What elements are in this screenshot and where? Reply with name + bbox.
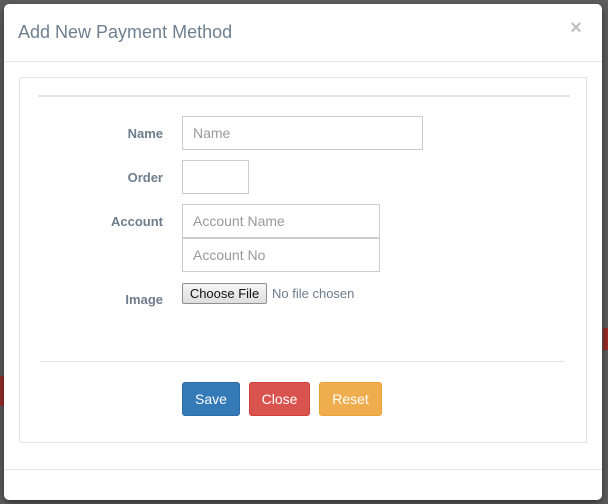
name-label: Name <box>127 126 163 141</box>
account-label: Account <box>111 214 163 229</box>
close-button[interactable]: Close <box>249 382 310 416</box>
name-input[interactable] <box>182 116 423 150</box>
order-label: Order <box>127 170 163 185</box>
background-fragment <box>603 328 608 350</box>
choose-file-button[interactable]: Choose File <box>182 283 267 304</box>
account-no-input[interactable] <box>182 238 380 272</box>
modal-header: Add New Payment Method × <box>4 4 602 62</box>
modal-title: Add New Payment Method <box>18 22 233 42</box>
file-status-text: No file chosen <box>272 286 355 301</box>
order-input[interactable] <box>182 160 249 194</box>
divider <box>38 95 570 97</box>
account-name-input[interactable] <box>182 204 380 238</box>
add-payment-method-modal: Add New Payment Method × Name Order Acco… <box>4 4 602 500</box>
form-panel: Name Order Account Image Choose File No … <box>19 77 587 443</box>
close-icon[interactable]: × <box>568 18 584 38</box>
divider <box>41 361 565 362</box>
reset-button[interactable]: Reset <box>319 382 382 416</box>
modal-footer <box>4 469 602 470</box>
save-button[interactable]: Save <box>182 382 240 416</box>
image-label: Image <box>125 292 163 307</box>
